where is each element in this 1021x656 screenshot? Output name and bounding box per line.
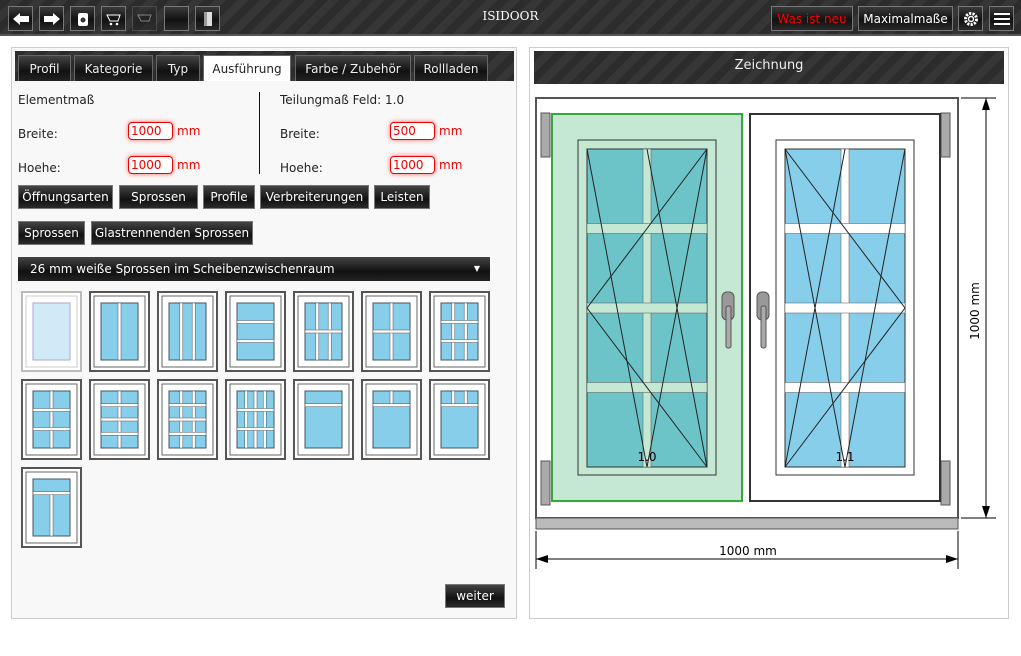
profile-button[interactable]: Profile (203, 185, 255, 209)
element-width-input[interactable] (128, 122, 173, 140)
field-height-label: Hoehe: (280, 161, 323, 175)
sprossen-subtab-button[interactable]: Sprossen (18, 221, 85, 245)
sash-label: 1.1 (835, 450, 854, 464)
field-width-input[interactable] (390, 122, 435, 140)
whats-new-button[interactable]: Was ist neu (771, 6, 853, 31)
hamburger-icon[interactable] (989, 6, 1014, 31)
verbreiterungen-button[interactable]: Verbreiterungen (260, 185, 369, 209)
muntin-option[interactable] (225, 379, 286, 460)
unit-label: mm (439, 124, 463, 138)
muntin-option[interactable] (293, 291, 354, 372)
field-width-label: Breite: (280, 127, 320, 141)
muntin-option[interactable] (21, 291, 82, 372)
field-heading: Teilungmaß Feld: 1.0 (280, 93, 405, 107)
tab-typ[interactable]: Typ (156, 55, 200, 81)
divider (259, 92, 260, 174)
top-toolbar: ISIDOOR Was ist neu Maximalmaße (0, 0, 1021, 36)
configuration-panel: Profil Kategorie Typ Ausführung Farbe / … (11, 47, 517, 619)
max-dimensions-button[interactable]: Maximalmaße (858, 6, 953, 31)
muntin-option[interactable] (21, 467, 82, 548)
height-dimension-label: 1000 mm (968, 282, 982, 340)
muntin-option[interactable] (89, 291, 150, 372)
unit-label: mm (439, 158, 463, 172)
gear-icon[interactable] (958, 6, 983, 31)
element-height-label: Hoehe: (18, 161, 61, 175)
width-dimension-label: 1000 mm (719, 544, 777, 558)
chevron-down-icon: ▼ (473, 264, 480, 273)
next-button[interactable]: weiter (445, 584, 505, 608)
tab-ausfuehrung[interactable]: Ausführung (203, 55, 291, 81)
muntin-option[interactable] (157, 291, 218, 372)
element-height-input[interactable] (128, 156, 173, 174)
muntin-option[interactable] (429, 379, 490, 460)
muntin-option[interactable] (361, 379, 422, 460)
tab-bar: Profil Kategorie Typ Ausführung Farbe / … (15, 51, 514, 81)
tab-rollladen[interactable]: Rollladen (414, 55, 488, 81)
sprossen-button[interactable]: Sprossen (119, 185, 198, 209)
tab-farbe-zubehoer[interactable]: Farbe / Zubehör (295, 55, 411, 81)
element-width-label: Breite: (18, 127, 58, 141)
oeffnungsarten-button[interactable]: Öffnungsarten (18, 185, 113, 209)
select-value: 26 mm weiße Sprossen im Scheibenzwischen… (30, 262, 335, 276)
muntin-option[interactable] (89, 379, 150, 460)
sash-1-0[interactable] (551, 113, 743, 502)
glastrennende-sprossen-button[interactable]: Glastrennenden Sprossen (91, 221, 253, 245)
element-heading: Elementmaß (18, 93, 95, 107)
muntin-option[interactable] (293, 379, 354, 460)
muntin-option[interactable] (157, 379, 218, 460)
muntin-option[interactable] (225, 291, 286, 372)
tab-kategorie[interactable]: Kategorie (74, 55, 153, 81)
sash-label: 1.0 (637, 450, 656, 464)
unit-label: mm (177, 158, 201, 172)
muntin-option[interactable] (429, 291, 490, 372)
sprossen-type-select[interactable]: 26 mm weiße Sprossen im Scheibenzwischen… (18, 257, 490, 281)
sash-1-1[interactable] (749, 113, 941, 502)
tab-profil[interactable]: Profil (18, 55, 71, 81)
window-drawing: 1.0 1.1 1000 mm 1000 mm (535, 97, 996, 569)
field-height-input[interactable] (390, 156, 435, 174)
muntin-option[interactable] (361, 291, 422, 372)
leisten-button[interactable]: Leisten (374, 185, 430, 209)
unit-label: mm (177, 124, 201, 138)
muntin-option[interactable] (21, 379, 82, 460)
drawing-panel: Zeichnung 1.0 1.1 1000 mm 1000 mm (529, 47, 1009, 619)
